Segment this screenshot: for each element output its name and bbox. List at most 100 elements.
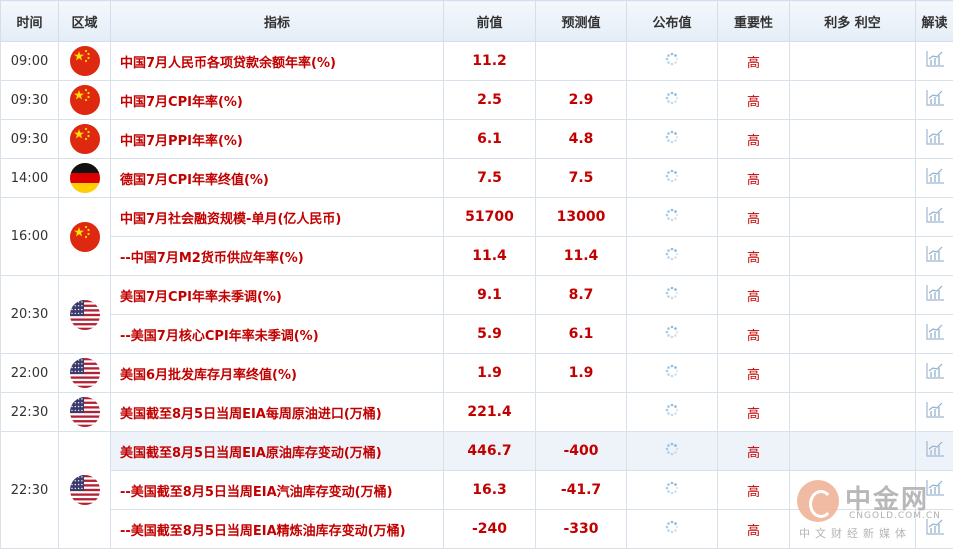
forecast-value: 6.1 (535, 314, 627, 354)
loading-spinner-icon (665, 52, 679, 66)
prev-value: 9.1 (443, 275, 536, 315)
analysis-cell[interactable] (915, 197, 953, 237)
forecast-value: 11.4 (535, 236, 627, 276)
usa-flag-icon (69, 358, 100, 388)
chart-icon[interactable] (925, 479, 945, 497)
table-row: 16:00 中国7月社会融资规模-单月(亿人民币) 51700 13000 高 (0, 197, 953, 276)
indicator-link[interactable]: 美国7月CPI年率未季调(%) (110, 275, 444, 315)
chart-icon[interactable] (925, 401, 945, 419)
prev-value: 446.7 (443, 431, 536, 471)
indicator-link[interactable]: 中国7月人民币各项贷款余额年率(%) (110, 41, 444, 81)
time-cell: 16:00 (0, 197, 59, 276)
loading-spinner-icon (665, 208, 679, 222)
actual-cell (626, 275, 718, 315)
actual-cell (626, 119, 718, 159)
analysis-cell[interactable] (915, 470, 953, 510)
indicator-link[interactable]: 美国截至8月5日当周EIA每周原油进口(万桶) (110, 392, 444, 432)
indicator-link[interactable]: 美国截至8月5日当周EIA原油库存变动(万桶) (110, 431, 444, 471)
actual-cell (626, 470, 718, 510)
region-cell (58, 119, 111, 159)
indicator-link[interactable]: 中国7月PPI年率(%) (110, 119, 444, 159)
analysis-cell[interactable] (915, 509, 953, 549)
analysis-cell[interactable] (915, 275, 953, 315)
analysis-cell[interactable] (915, 119, 953, 159)
time-cell: 09:00 (0, 41, 59, 81)
analysis-cell[interactable] (915, 392, 953, 432)
region-cell (58, 80, 111, 120)
analysis-cell[interactable] (915, 314, 953, 354)
indicator-link[interactable]: 中国7月社会融资规模-单月(亿人民币) (110, 197, 444, 237)
importance-value: 高 (717, 197, 790, 237)
indicator-link[interactable]: --美国7月核心CPI年率未季调(%) (110, 314, 444, 354)
indicator-link[interactable]: --中国7月M2货币供应年率(%) (110, 236, 444, 276)
chart-icon[interactable] (925, 362, 945, 380)
loading-spinner-icon (665, 403, 679, 417)
chart-icon[interactable] (925, 245, 945, 263)
header-analysis: 解读 (915, 0, 953, 42)
region-cell (58, 41, 111, 81)
prev-value: -240 (443, 509, 536, 549)
prev-value: 11.4 (443, 236, 536, 276)
chart-icon[interactable] (925, 167, 945, 185)
indicator-link[interactable]: --美国截至8月5日当周EIA汽油库存变动(万桶) (110, 470, 444, 510)
chart-icon[interactable] (925, 50, 945, 68)
analysis-cell[interactable] (915, 236, 953, 276)
chart-icon[interactable] (925, 323, 945, 341)
actual-cell (626, 353, 718, 393)
actual-cell (626, 197, 718, 237)
loading-spinner-icon (665, 442, 679, 456)
indicator-link[interactable]: 德国7月CPI年率终值(%) (110, 158, 444, 198)
table-row: --美国7月核心CPI年率未季调(%) 5.9 6.1 高 (1, 314, 953, 354)
forecast-value: -330 (535, 509, 627, 549)
header-indicator: 指标 (110, 0, 444, 42)
indicator-link[interactable]: 中国7月CPI年率(%) (110, 80, 444, 120)
effect-cell (789, 431, 916, 471)
effect-cell (789, 470, 916, 510)
analysis-cell[interactable] (915, 353, 953, 393)
loading-spinner-icon (665, 364, 679, 378)
usa-flag-icon (69, 299, 100, 330)
usa-flag-icon (69, 475, 100, 505)
forecast-value: -41.7 (535, 470, 627, 510)
importance-value: 高 (717, 431, 790, 471)
loading-spinner-icon (665, 520, 679, 534)
effect-cell (789, 197, 916, 237)
table-row: 20:30 美国7月CPI年率未季调(%) 9.1 8.7 高 (0, 275, 953, 354)
chart-icon[interactable] (925, 440, 945, 458)
importance-value: 高 (717, 353, 790, 393)
analysis-cell[interactable] (915, 41, 953, 81)
analysis-cell[interactable] (915, 80, 953, 120)
chart-icon[interactable] (925, 518, 945, 536)
china-flag-icon (69, 221, 100, 252)
header-prev: 前值 (443, 0, 536, 42)
loading-spinner-icon (665, 325, 679, 339)
prev-value: 221.4 (443, 392, 536, 432)
china-flag-icon (69, 46, 100, 76)
time-cell: 20:30 (0, 275, 59, 354)
forecast-value: 2.9 (535, 80, 627, 120)
actual-cell (626, 509, 718, 549)
chart-icon[interactable] (925, 206, 945, 224)
indicator-link[interactable]: 美国6月批发库存月率终值(%) (110, 353, 444, 393)
region-cell (58, 392, 111, 432)
time-cell: 09:30 (0, 80, 59, 120)
table-row: 09:30 中国7月PPI年率(%) 6.1 4.8 高 (0, 119, 953, 159)
prev-value: 7.5 (443, 158, 536, 198)
importance-value: 高 (717, 470, 790, 510)
indicator-link[interactable]: --美国截至8月5日当周EIA精炼油库存变动(万桶) (110, 509, 444, 549)
prev-value: 1.9 (443, 353, 536, 393)
analysis-cell[interactable] (915, 431, 953, 471)
effect-cell (789, 353, 916, 393)
analysis-cell[interactable] (915, 158, 953, 198)
chart-icon[interactable] (925, 89, 945, 107)
importance-value: 高 (717, 236, 790, 276)
prev-value: 51700 (443, 197, 536, 237)
chart-icon[interactable] (925, 128, 945, 146)
chart-icon[interactable] (925, 284, 945, 302)
importance-value: 高 (717, 119, 790, 159)
region-cell (58, 197, 111, 276)
effect-cell (789, 80, 916, 120)
effect-cell (789, 275, 916, 315)
importance-value: 高 (717, 275, 790, 315)
region-cell (58, 431, 111, 549)
